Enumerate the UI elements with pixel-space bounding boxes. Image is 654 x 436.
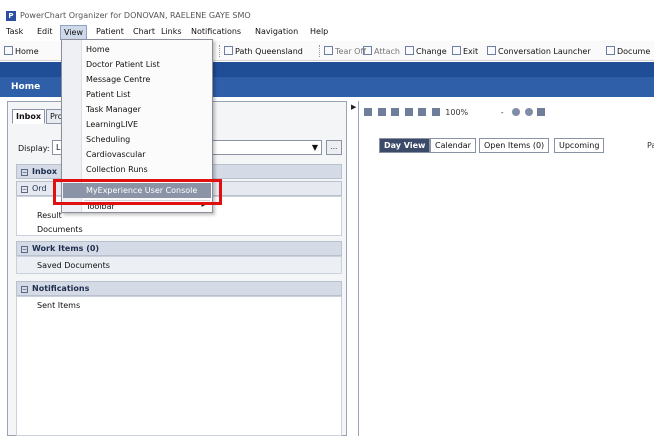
attach-icon	[363, 46, 372, 55]
section-orders-label: Ord	[32, 184, 47, 193]
section-notifications[interactable]: − Notifications	[16, 281, 342, 296]
app-icon: P	[6, 11, 16, 21]
menu-notifications[interactable]: Notifications	[191, 27, 241, 36]
menu-item-home[interactable]: Home	[63, 42, 211, 57]
change-icon	[405, 46, 414, 55]
notifications-body: Sent Items	[16, 296, 342, 436]
print-icon[interactable]	[377, 108, 386, 116]
tab-calendar[interactable]: Calendar	[430, 138, 476, 153]
home-icon[interactable]	[537, 108, 546, 116]
zoom-in-icon[interactable]	[418, 108, 427, 116]
collapse-icon: −	[21, 169, 28, 176]
list-item-documents[interactable]: Documents	[37, 225, 83, 234]
menu-task[interactable]: Task	[6, 27, 23, 36]
schedule-toolbar: 100% -	[364, 108, 548, 117]
menu-help[interactable]: Help	[310, 27, 328, 36]
toolbar-tear-off-label: Tear Off	[335, 47, 366, 56]
chevron-down-icon: ▼	[311, 143, 318, 152]
toolbar-attach-button[interactable]: Attach	[363, 46, 400, 56]
display-label: Display:	[18, 144, 50, 153]
section-inbox-label: Inbox	[32, 167, 58, 176]
collapse-icon: −	[21, 246, 28, 253]
tab-upcoming[interactable]: Upcoming	[554, 138, 605, 153]
menu-item-patient-list[interactable]: Patient List	[63, 87, 211, 102]
list-item-sent-items[interactable]: Sent Items	[37, 301, 80, 310]
menu-item-message-centre[interactable]: Message Centre	[63, 72, 211, 87]
link-icon	[224, 46, 233, 55]
menu-item-learninglive[interactable]: LearningLIVE	[63, 117, 211, 132]
toolbar-home-button[interactable]: Home	[4, 46, 39, 56]
list-item-results[interactable]: Result	[37, 211, 62, 220]
zoom-dropdown-icon[interactable]: -	[501, 108, 504, 117]
zoom-level[interactable]: 100%	[445, 108, 468, 117]
tab-inbox[interactable]: Inbox	[12, 109, 46, 124]
page-title: Home	[11, 82, 41, 92]
work-items-body: Saved Documents	[16, 256, 342, 274]
circle-icon[interactable]	[512, 108, 521, 116]
window-title: PowerChart Organizer for DONOVAN, RAELEN…	[20, 11, 251, 20]
toolbar-separator	[219, 45, 220, 57]
toolbar-tear-off-button[interactable]: Tear Off	[324, 46, 366, 56]
toolbar-separator	[319, 45, 320, 57]
menu-links[interactable]: Links	[161, 27, 182, 36]
toolbar-exit-label: Exit	[463, 47, 479, 56]
menu-navigation[interactable]: Navigation	[255, 27, 298, 36]
menu-item-collection-runs[interactable]: Collection Runs	[63, 162, 211, 172]
person-icon	[487, 46, 496, 55]
display-options-button[interactable]: ...	[326, 140, 342, 155]
menu-item-doctor-patient-list[interactable]: Doctor Patient List	[63, 57, 211, 72]
toolbar-attach-label: Attach	[374, 47, 400, 56]
menu-edit[interactable]: Edit	[37, 27, 53, 36]
arrow-right-icon: ▶	[351, 103, 357, 111]
title-bar: P PowerChart Organizer for DONOVAN, RAEL…	[0, 0, 654, 24]
section-work-items-label: Work Items (0)	[32, 244, 100, 253]
toolbar-change-button[interactable]: Change	[405, 46, 447, 56]
document-icon	[606, 46, 615, 55]
circle-icon[interactable]	[524, 108, 533, 116]
collapse-icon: −	[21, 186, 28, 193]
pane-splitter[interactable]: ▶	[350, 101, 356, 436]
toolbar-home-label: Home	[15, 47, 39, 56]
next-icon[interactable]	[404, 108, 413, 116]
tear-off-icon	[324, 46, 333, 55]
menu-item-scheduling[interactable]: Scheduling	[63, 132, 211, 147]
toolbar-change-label: Change	[416, 47, 447, 56]
display-value: L	[56, 143, 61, 152]
section-work-items[interactable]: − Work Items (0)	[16, 241, 342, 256]
home-icon	[4, 46, 13, 55]
exit-icon	[452, 46, 461, 55]
menu-chart[interactable]: Chart	[133, 27, 155, 36]
schedule-pane: 100% - Day View Calendar Open Items (0) …	[358, 101, 654, 436]
tab-open-items[interactable]: Open Items (0)	[479, 138, 550, 153]
previous-icon[interactable]	[391, 108, 400, 116]
menu-item-task-manager[interactable]: Task Manager	[63, 102, 211, 117]
list-item-saved-documents[interactable]: Saved Documents	[37, 261, 110, 270]
collapse-icon: −	[21, 286, 28, 293]
menu-view[interactable]: View	[60, 25, 87, 40]
toolbar-exit-button[interactable]: Exit	[452, 46, 478, 56]
toolbar-conversation-launcher-label: Conversation Launcher	[498, 47, 591, 56]
tab-day-view[interactable]: Day View	[379, 138, 431, 153]
partial-label: Pa	[647, 141, 654, 150]
toolbar-documents-button[interactable]: Docume	[606, 46, 650, 56]
toolbar-conversation-launcher-button[interactable]: Conversation Launcher	[487, 46, 591, 56]
menu-patient[interactable]: Patient	[96, 27, 124, 36]
toolbar-path-queensland-label: Path Queensland	[235, 47, 303, 56]
annotation-highlight-box	[53, 179, 222, 205]
toolbar-documents-label: Docume	[617, 47, 651, 56]
menu-item-cardiovascular[interactable]: Cardiovascular	[63, 147, 211, 162]
zoom-out-icon[interactable]	[431, 108, 440, 116]
binoculars-icon[interactable]	[364, 108, 372, 116]
section-notifications-label: Notifications	[32, 284, 90, 293]
toolbar-path-queensland-button[interactable]: Path Queensland	[224, 46, 303, 56]
